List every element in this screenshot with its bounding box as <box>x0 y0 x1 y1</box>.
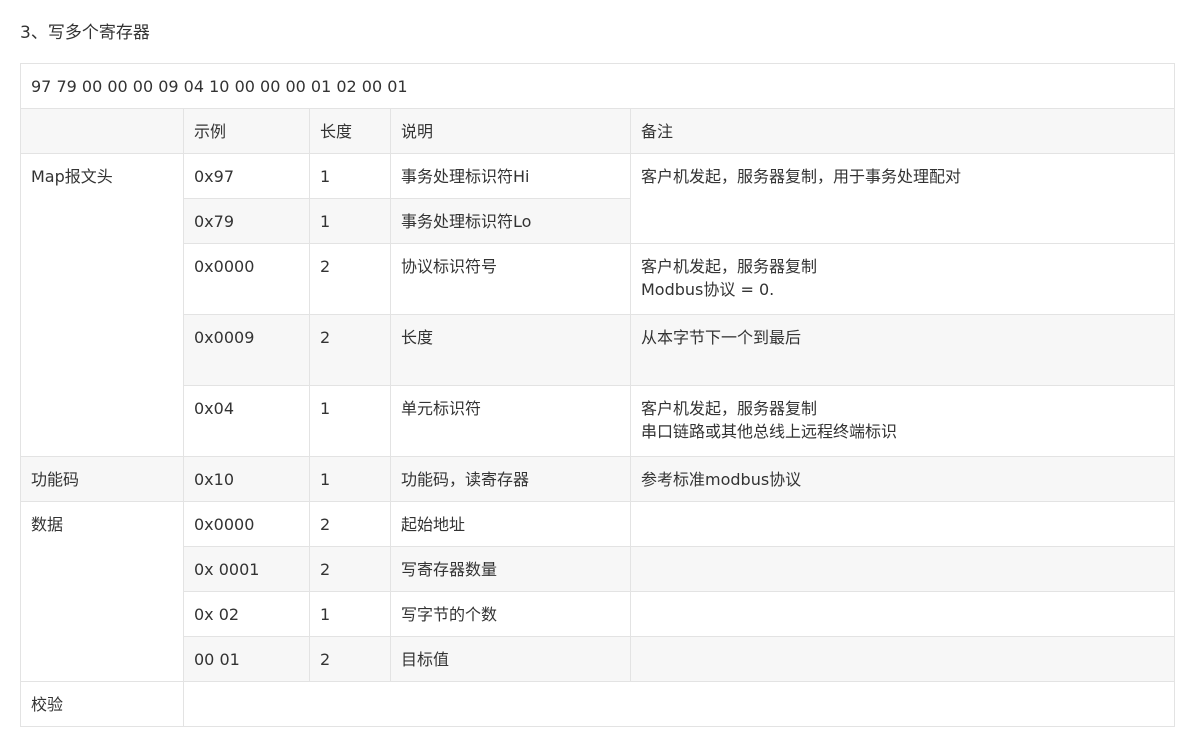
length-cell: 1 <box>309 385 391 457</box>
length-cell: 1 <box>309 153 391 199</box>
header-cell-example: 示例 <box>183 108 310 154</box>
group-cell-function: 功能码 <box>20 456 184 502</box>
table-row: 校验 <box>20 681 1176 727</box>
desc-cell: 功能码，读寄存器 <box>390 456 631 502</box>
group-cell-checksum: 校验 <box>20 681 184 727</box>
length-cell: 2 <box>309 546 391 592</box>
length-cell: 1 <box>309 591 391 637</box>
group-cell-data: 数据 <box>20 501 184 682</box>
example-cell: 0x10 <box>183 456 310 502</box>
table-row: 0x 02 1 写字节的个数 <box>20 591 1176 637</box>
modbus-frame-table: 97 79 00 00 00 09 04 10 00 00 00 01 02 0… <box>19 63 1176 727</box>
header-cell-length: 长度 <box>309 108 391 154</box>
note-cell-empty <box>629 546 1176 592</box>
note-cell-unit: 客户机发起，服务器复制 串口链路或其他总线上远程终端标识 <box>629 385 1176 457</box>
note-line: 客户机发起，服务器复制 <box>641 399 818 418</box>
example-cell: 0x04 <box>183 385 310 457</box>
example-cell: 0x0000 <box>183 243 310 315</box>
group-cell-header: Map报文头 <box>20 153 184 457</box>
desc-cell: 写字节的个数 <box>390 591 631 637</box>
note-line: Modbus协议 = 0. <box>641 280 775 299</box>
note-cell-transaction: 客户机发起，服务器复制，用于事务处理配对 <box>629 153 1176 244</box>
length-cell: 1 <box>309 456 391 502</box>
example-cell: 0x 02 <box>183 591 310 637</box>
example-cell: 0x97 <box>183 153 310 199</box>
table-row: 功能码 0x10 1 功能码，读寄存器 参考标准modbus协议 <box>20 456 1176 502</box>
note-cell-empty <box>629 591 1176 637</box>
table-row: Map报文头 0x97 1 事务处理标识符Hi 客户机发起，服务器复制，用于事务… <box>20 153 1176 457</box>
desc-cell: 起始地址 <box>390 501 631 547</box>
length-cell: 2 <box>309 243 391 315</box>
desc-cell: 写寄存器数量 <box>390 546 631 592</box>
desc-cell: 协议标识符号 <box>390 243 631 315</box>
note-cell-empty <box>629 636 1176 682</box>
example-cell: 0x0000 <box>183 501 310 547</box>
desc-cell: 长度 <box>390 314 631 386</box>
note-cell-function: 参考标准modbus协议 <box>629 456 1176 502</box>
header-cell-note: 备注 <box>629 108 1176 154</box>
length-cell: 1 <box>309 198 391 244</box>
section-heading: 3、写多个寄存器 <box>20 23 150 43</box>
note-cell-empty <box>629 501 1176 547</box>
table-row: 00 01 2 目标值 <box>20 636 1176 682</box>
example-cell: 0x79 <box>183 198 310 244</box>
checksum-value-cell <box>182 681 1176 727</box>
example-cell: 0x 0001 <box>183 546 310 592</box>
table-row: 0x0000 2 协议标识符号 客户机发起，服务器复制 Modbus协议 = 0… <box>20 243 1176 315</box>
example-cell: 0x0009 <box>183 314 310 386</box>
length-cell: 2 <box>309 636 391 682</box>
header-cell-empty <box>20 108 184 154</box>
header-cell-desc: 说明 <box>390 108 631 154</box>
note-line: 串口链路或其他总线上远程终端标识 <box>641 422 898 441</box>
table-row: 0x 0001 2 写寄存器数量 <box>20 546 1176 592</box>
note-line: 客户机发起，服务器复制 <box>641 257 818 276</box>
table-row: 0x0009 2 长度 从本字节下一个到最后 <box>20 314 1176 386</box>
desc-cell: 事务处理标识符Hi <box>390 153 631 199</box>
table-header-row: 示例 长度 说明 备注 <box>20 108 1176 154</box>
length-cell: 2 <box>309 314 391 386</box>
hex-frame-cell: 97 79 00 00 00 09 04 10 00 00 00 01 02 0… <box>19 63 1176 109</box>
table-row: 数据 0x0000 2 起始地址 <box>20 501 1176 682</box>
hex-frame-row: 97 79 00 00 00 09 04 10 00 00 00 01 02 0… <box>19 63 1176 109</box>
note-cell-protocol: 客户机发起，服务器复制 Modbus协议 = 0. <box>629 243 1176 315</box>
length-cell: 2 <box>309 501 391 547</box>
desc-cell: 目标值 <box>390 636 631 682</box>
example-cell: 00 01 <box>183 636 310 682</box>
desc-cell: 单元标识符 <box>390 385 631 457</box>
desc-cell: 事务处理标识符Lo <box>390 198 631 244</box>
note-cell-length: 从本字节下一个到最后 <box>629 314 1176 386</box>
table-row: 0x04 1 单元标识符 客户机发起，服务器复制 串口链路或其他总线上远程终端标… <box>20 385 1176 457</box>
